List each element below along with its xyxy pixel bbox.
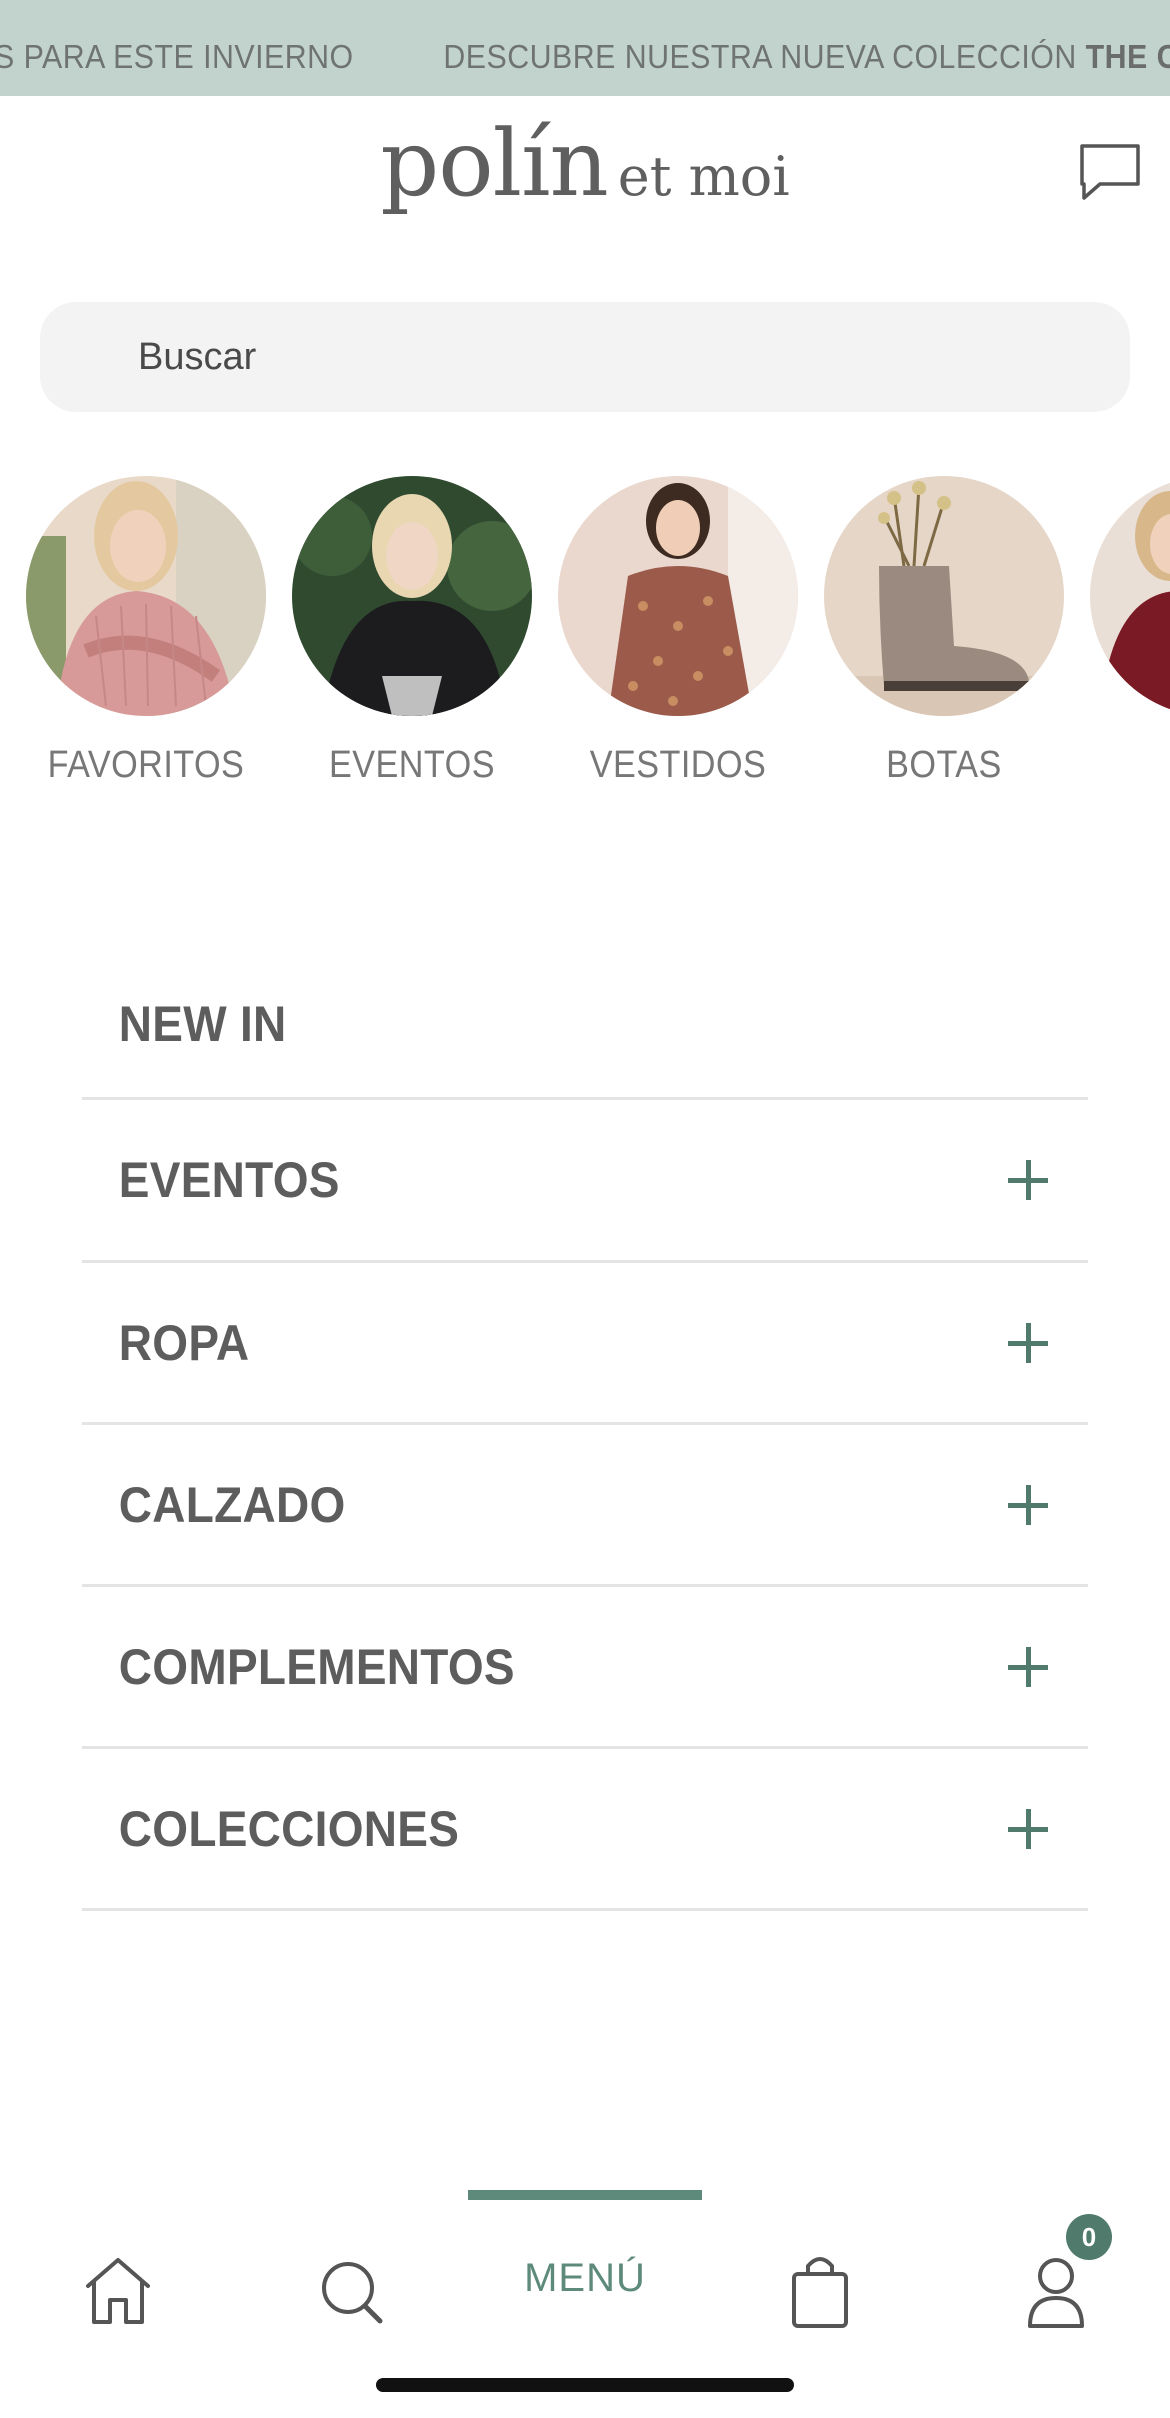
announcement-bar[interactable]: S PARA ESTE INVIERNO DESCUBRE NUESTRA NU…	[0, 0, 1170, 96]
tab-menu[interactable]: MENÚ	[468, 2256, 702, 2301]
menu-item-colecciones[interactable]: COLECCIONES	[82, 1749, 1088, 1911]
announcement-track: S PARA ESTE INVIERNO DESCUBRE NUESTRA NU…	[0, 38, 1170, 76]
story-botas[interactable]: BOTAS	[824, 476, 1064, 787]
search-input[interactable]	[40, 302, 1130, 412]
story-image	[824, 476, 1064, 716]
category-stories[interactable]: FAVORITOS EVENTOS VESTIDOS BOTAS	[0, 476, 1170, 796]
active-tab-indicator	[468, 2190, 702, 2200]
search-icon[interactable]	[292, 2240, 412, 2340]
home-indicator[interactable]	[376, 2378, 794, 2392]
story-label: EVENTOS	[329, 744, 495, 786]
category-menu: NEW IN EVENTOS ROPA CALZADO COMPLEMENTOS…	[82, 950, 1088, 1911]
story-next[interactable]	[1090, 476, 1170, 744]
logo-main-text: polín	[380, 110, 608, 217]
announcement-text-2: DESCUBRE NUESTRA NUEVA COLECCIÓN	[443, 38, 1086, 75]
plus-icon[interactable]	[998, 1799, 1058, 1859]
brand-logo[interactable]: polín et moi	[0, 110, 1170, 217]
menu-item-ropa[interactable]: ROPA	[82, 1263, 1088, 1425]
menu-item-label: NEW IN	[118, 995, 287, 1052]
logo-sub-text: et moi	[617, 145, 790, 208]
plus-icon[interactable]	[998, 1313, 1058, 1373]
story-label: FAVORITOS	[47, 744, 245, 786]
account-badge: 0	[1066, 2214, 1112, 2260]
story-label: VESTIDOS	[589, 744, 767, 786]
plus-icon[interactable]	[998, 1637, 1058, 1697]
header: polín et moi	[0, 96, 1170, 276]
menu-item-complementos[interactable]: COMPLEMENTOS	[82, 1587, 1088, 1749]
shopping-bag-icon[interactable]	[760, 2240, 880, 2340]
announcement-text-1: S PARA ESTE INVIERNO	[0, 38, 354, 75]
menu-item-calzado[interactable]: CALZADO	[82, 1425, 1088, 1587]
story-favoritos[interactable]: FAVORITOS	[26, 476, 266, 787]
menu-item-label: ROPA	[118, 1314, 250, 1371]
story-eventos[interactable]: EVENTOS	[292, 476, 532, 787]
menu-item-label: COMPLEMENTOS	[118, 1638, 515, 1695]
story-image	[26, 476, 266, 716]
story-image	[292, 476, 532, 716]
home-icon[interactable]	[58, 2240, 178, 2340]
menu-item-label: EVENTOS	[118, 1152, 340, 1208]
menu-item-label: COLECCIONES	[118, 1800, 460, 1857]
app-screen: S PARA ESTE INVIERNO DESCUBRE NUESTRA NU…	[0, 0, 1170, 2418]
plus-icon[interactable]	[998, 1475, 1058, 1535]
story-image	[1090, 476, 1170, 716]
story-image	[558, 476, 798, 716]
plus-icon[interactable]	[998, 1150, 1058, 1210]
announcement-item-2: DESCUBRE NUESTRA NUEVA COLECCIÓN THE CLI…	[443, 38, 1170, 75]
announcement-item-1: S PARA ESTE INVIERNO	[0, 38, 354, 75]
menu-item-eventos[interactable]: EVENTOS	[82, 1100, 1088, 1263]
announcement-highlight: THE CLIMB	[1085, 38, 1170, 75]
menu-item-label: CALZADO	[118, 1476, 346, 1533]
story-label: BOTAS	[886, 744, 1002, 786]
menu-item-new-in[interactable]: NEW IN	[82, 950, 1088, 1100]
chat-bubble-icon[interactable]	[1078, 140, 1142, 204]
story-vestidos[interactable]: VESTIDOS	[558, 476, 798, 787]
bottom-nav: MENÚ	[0, 2180, 1170, 2340]
